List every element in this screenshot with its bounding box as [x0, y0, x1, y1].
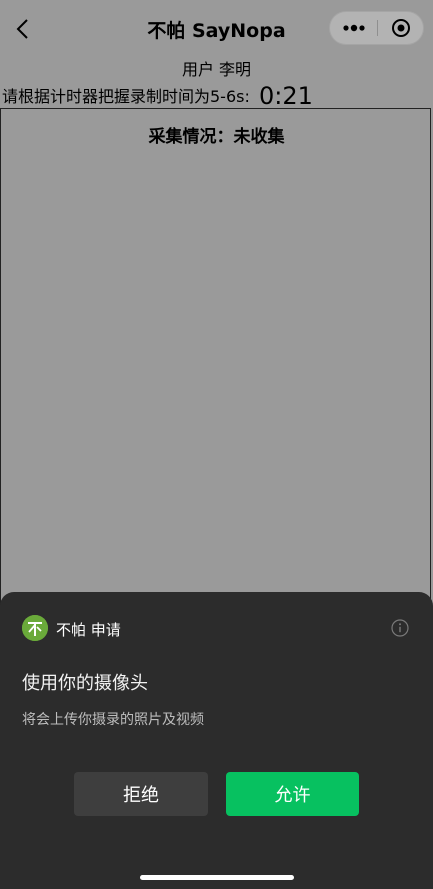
- permission-sheet: 不帕 申请 使用你的摄像头 将会上传你摄录的照片及视频 拒绝 允许: [0, 592, 433, 889]
- allow-button[interactable]: 允许: [226, 772, 359, 816]
- app-logo-icon: [22, 615, 48, 641]
- timer-instruction: 请根据计时器把握录制时间为5-6s:: [2, 87, 250, 106]
- timer-row: 请根据计时器把握录制时间为5-6s: 0:21: [2, 82, 313, 110]
- capsule-menu: [329, 11, 424, 45]
- back-icon[interactable]: [14, 18, 34, 40]
- user-name: 用户 李明: [181, 60, 252, 79]
- collect-status: 采集情况：未收集: [148, 127, 285, 147]
- deny-button[interactable]: 拒绝: [74, 772, 208, 816]
- camera-preview: [0, 108, 431, 628]
- app-name: 不帕 申请: [56, 621, 121, 639]
- close-mini-program-icon[interactable]: [378, 12, 423, 44]
- home-indicator: [140, 875, 294, 880]
- permission-description: 将会上传你摄录的照片及视频: [22, 712, 204, 728]
- more-icon[interactable]: [330, 12, 377, 44]
- navbar: 不帕 SayNopa: [0, 0, 433, 58]
- permission-title: 使用你的摄像头: [22, 673, 148, 694]
- info-icon[interactable]: [391, 619, 409, 637]
- timer-value: 0:21: [258, 82, 313, 110]
